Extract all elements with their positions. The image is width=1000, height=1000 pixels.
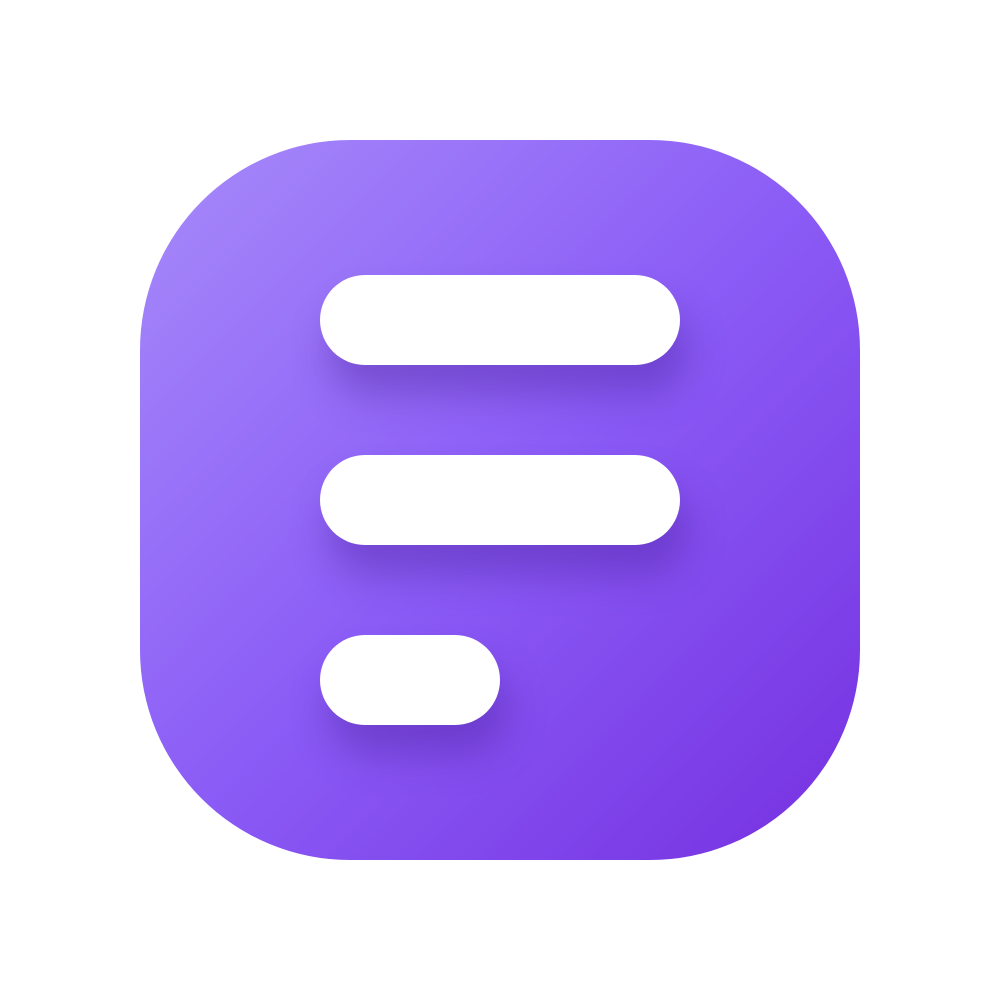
app-icon[interactable] [140, 140, 860, 860]
middle-line-bar [320, 455, 680, 545]
short-bottom-line-bar [320, 635, 500, 725]
canvas [0, 0, 1000, 1000]
top-line-bar [320, 275, 680, 365]
